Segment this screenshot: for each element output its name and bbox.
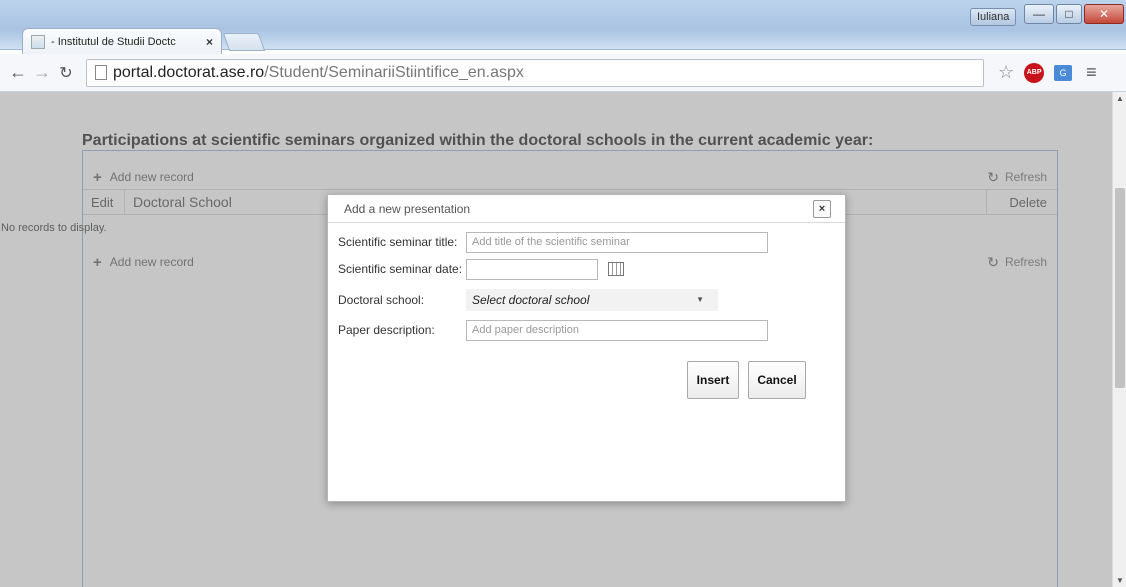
cancel-button[interactable]: Cancel <box>748 361 806 399</box>
favicon-icon <box>31 34 45 49</box>
paper-description-label: Paper description: <box>338 323 435 337</box>
scroll-thumb[interactable] <box>1115 188 1125 388</box>
seminar-date-row: Scientific seminar date: <box>338 258 624 280</box>
window-close-button[interactable]: ✕ <box>1084 4 1124 24</box>
vertical-scrollbar[interactable]: ▲ ▼ <box>1112 92 1126 587</box>
insert-button[interactable]: Insert <box>687 361 739 399</box>
seminar-title-row: Scientific seminar title: <box>338 231 768 253</box>
tab-close-icon[interactable]: × <box>206 35 213 49</box>
seminar-date-input[interactable] <box>466 258 598 280</box>
paper-description-input[interactable] <box>466 319 768 341</box>
page-icon <box>95 65 107 80</box>
dialog-header: Add a new presentation × <box>328 195 845 223</box>
doctoral-school-selected: Select doctoral school <box>472 293 590 307</box>
back-arrow-icon[interactable]: ← <box>6 62 30 83</box>
dialog-title: Add a new presentation <box>344 201 471 216</box>
window-titlebar: - Institutul de Studii Doctc × Iuliana —… <box>0 0 1126 54</box>
page-viewport: Participations at scientific seminars or… <box>0 92 1112 587</box>
star-icon[interactable]: ☆ <box>998 62 1014 83</box>
doctoral-school-row: Doctoral school: Select doctoral school … <box>338 289 718 311</box>
maximize-button[interactable]: □ <box>1056 4 1082 24</box>
seminar-title-label: Scientific seminar title: <box>338 235 458 249</box>
address-bar[interactable]: portal.doctorat.ase.ro/Student/Seminarii… <box>86 58 984 87</box>
browser-toolbar: ← → ↻ portal.doctorat.ase.ro/Student/Sem… <box>0 54 1126 92</box>
reload-icon[interactable]: ↻ <box>54 63 78 83</box>
paper-description-row: Paper description: <box>338 319 768 341</box>
minimize-button[interactable]: — <box>1024 4 1054 24</box>
browser-tab[interactable]: - Institutul de Studii Doctc × <box>22 28 222 54</box>
menu-icon[interactable]: ≡ <box>1086 62 1097 83</box>
calendar-icon[interactable] <box>608 262 624 276</box>
chevron-down-icon: ▼ <box>696 295 704 304</box>
doctoral-school-select[interactable]: Select doctoral school ▼ <box>466 289 718 311</box>
seminar-date-label: Scientific seminar date: <box>338 262 463 276</box>
scroll-down-icon[interactable]: ▼ <box>1116 576 1124 585</box>
adblock-icon[interactable]: ABP <box>1024 62 1045 83</box>
seminar-title-input[interactable] <box>466 231 768 253</box>
profile-badge[interactable]: Iuliana <box>970 8 1017 26</box>
tab-title: - Institutul de Studii Doctc <box>51 35 176 48</box>
forward-arrow-icon[interactable]: → <box>30 62 54 83</box>
doctoral-school-label: Doctoral school: <box>338 293 425 307</box>
url-host: portal.doctorat.ase.ro <box>113 63 265 81</box>
add-presentation-dialog: Add a new presentation × Scientific semi… <box>327 194 846 502</box>
url-path: /Student/SeminariiStiintifice_en.aspx <box>264 63 524 81</box>
translate-icon[interactable]: G <box>1054 64 1073 81</box>
scroll-up-icon[interactable]: ▲ <box>1116 94 1124 103</box>
new-tab-button[interactable] <box>222 33 266 51</box>
close-icon[interactable]: × <box>813 200 831 218</box>
